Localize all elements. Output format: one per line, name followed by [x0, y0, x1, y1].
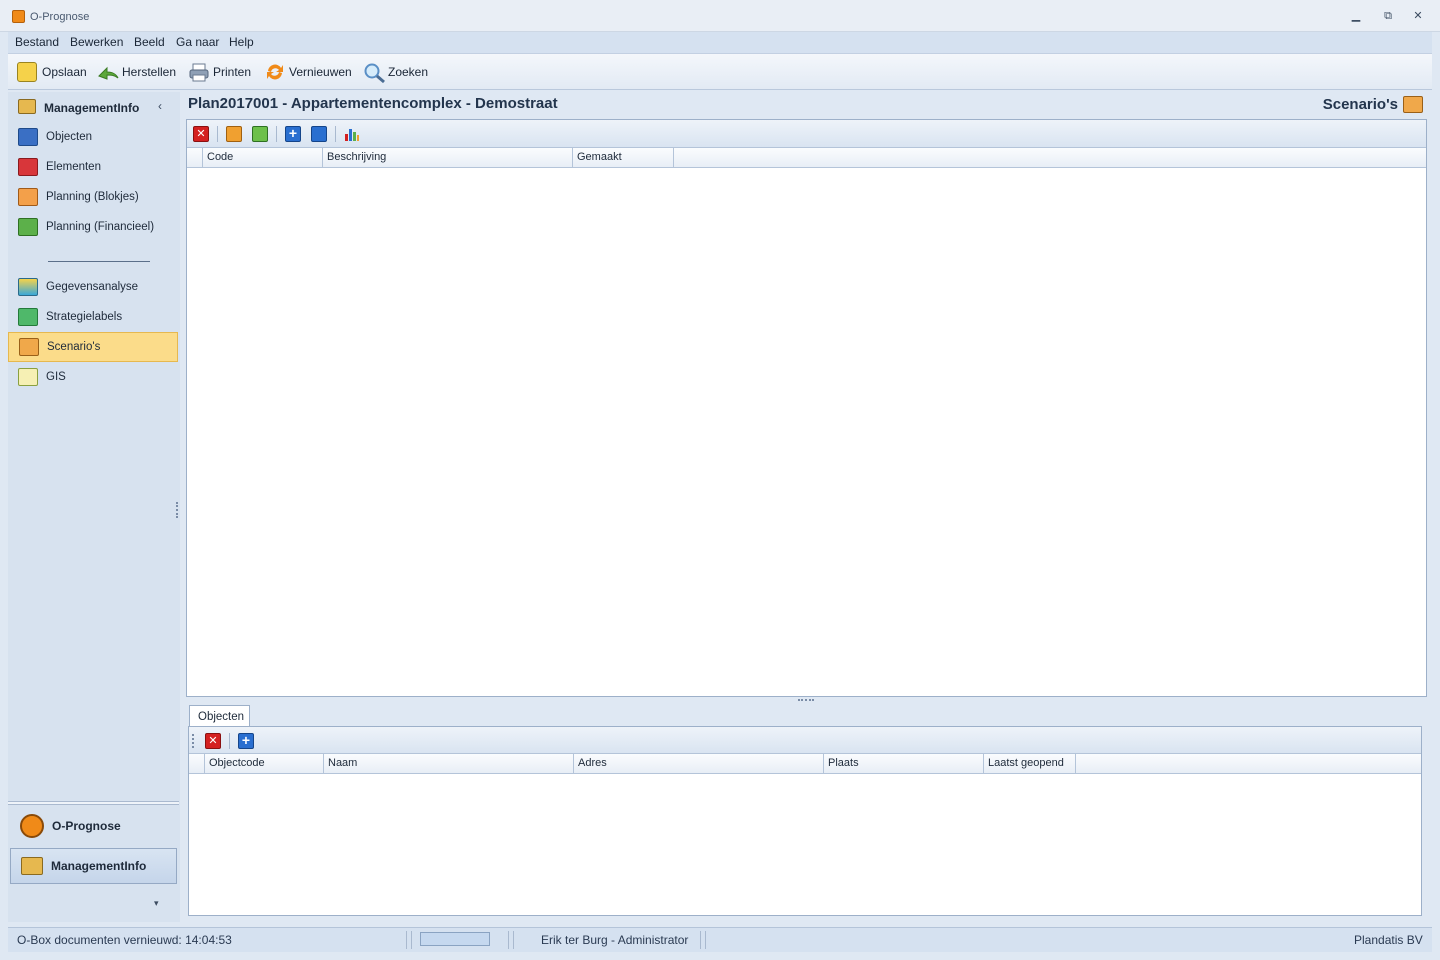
column-header-gemaakt[interactable]: Gemaakt — [573, 148, 674, 168]
column-header-laatst-geopend[interactable]: Laatst geopend — [984, 754, 1076, 774]
menu-beeld[interactable]: Beeld — [134, 35, 165, 49]
save-icon — [17, 62, 37, 82]
detail-tabs: Objecten — [186, 703, 1426, 728]
strategy-labels-icon — [18, 308, 38, 326]
edit-list-icon[interactable] — [226, 126, 242, 142]
nav-button-managementinfo[interactable]: ManagementInfo — [10, 848, 177, 884]
status-divider — [508, 931, 514, 949]
printer-icon — [188, 62, 209, 82]
sidebar-item-objecten[interactable]: Objecten — [8, 122, 178, 152]
nav-header: ManagementInfo ‹ — [8, 92, 180, 122]
objects-grid-toolbar: ✕ + — [189, 727, 1421, 754]
horizontal-splitter[interactable] — [798, 699, 814, 702]
minimize-button[interactable]: ▁ — [1348, 8, 1364, 24]
column-header-beschrijving[interactable]: Beschrijving — [323, 148, 573, 168]
managementinfo-folder-icon — [18, 99, 36, 114]
sidebar-item-scenarios[interactable]: Scenario's — [8, 332, 178, 362]
scenario-grid-header: Code Beschrijving Gemaakt — [187, 148, 1426, 168]
objects-grid-panel: ✕ + Objectcode Naam Adres Plaats Laatst … — [188, 726, 1422, 916]
delete-icon[interactable]: ✕ — [193, 126, 209, 142]
search-button[interactable]: Zoeken — [363, 60, 428, 84]
collapse-chevron-icon[interactable]: ‹ — [158, 99, 162, 113]
menu-bewerken[interactable]: Bewerken — [70, 35, 123, 49]
objects-icon — [18, 128, 38, 146]
search-icon — [363, 62, 385, 84]
undo-icon — [97, 62, 119, 82]
refresh-button[interactable]: Vernieuwen — [264, 60, 352, 84]
nav-separator — [48, 261, 150, 262]
toolbar-separator — [229, 733, 230, 749]
toolbar-separator — [276, 126, 277, 142]
menu-ga-naar[interactable]: Ga naar — [176, 35, 219, 49]
column-header-naam[interactable]: Naam — [324, 754, 574, 774]
sidebar-item-planning-blokjes[interactable]: Planning (Blokjes) — [8, 182, 178, 212]
add-object-icon[interactable]: + — [238, 733, 254, 749]
objects-grid-header: Objectcode Naam Adres Plaats Laatst geop… — [189, 754, 1421, 774]
section-title: Scenario's — [1322, 96, 1398, 113]
status-bar: O-Box documenten vernieuwd: 14:04:53 Eri… — [8, 927, 1432, 952]
o-prognose-icon — [20, 814, 44, 838]
restore-changes-button[interactable]: Herstellen — [97, 60, 176, 84]
column-header-adres[interactable]: Adres — [574, 754, 824, 774]
status-company: Plandatis BV — [1354, 933, 1423, 947]
menu-help[interactable]: Help — [229, 35, 254, 49]
title-bar: O-Prognose ▁ ⧉ ✕ — [0, 0, 1440, 32]
toolbar-separator — [217, 126, 218, 142]
refresh-icon — [264, 62, 284, 82]
pane-resize-grip[interactable] — [176, 502, 179, 518]
sidebar-item-planning-financieel[interactable]: Planning (Financieel) — [8, 212, 178, 242]
nav-pane-splitter[interactable] — [8, 801, 179, 805]
status-progress-bar — [420, 932, 490, 946]
scenario-grid-toolbar: ✕ + — [187, 120, 1426, 148]
copy-icon[interactable] — [311, 126, 327, 142]
menu-bestand[interactable]: Bestand — [15, 35, 59, 49]
planning-financial-icon — [18, 218, 38, 236]
close-button[interactable]: ✕ — [1410, 8, 1426, 24]
add-icon[interactable]: + — [285, 126, 301, 142]
status-divider — [406, 931, 412, 949]
configure-buttons-chevron-icon[interactable]: ▾ — [154, 898, 159, 909]
chart-icon[interactable] — [344, 126, 360, 142]
tab-objecten[interactable]: Objecten — [189, 705, 250, 728]
menu-bar: Bestand Bewerken Beeld Ga naar Help — [8, 32, 1432, 54]
nav-header-title: ManagementInfo — [44, 101, 140, 115]
status-divider — [700, 931, 706, 949]
column-header-plaats[interactable]: Plaats — [824, 754, 984, 774]
print-button[interactable]: Printen — [188, 60, 251, 84]
nav-button-o-prognose[interactable]: O-Prognose — [10, 808, 177, 844]
save-button[interactable]: Opslaan — [17, 60, 87, 84]
planning-blocks-icon — [18, 188, 38, 206]
scenarios-folder-icon — [1403, 96, 1423, 113]
scenario-grid-panel: ✕ + Code Beschrijving Gemaakt — [186, 119, 1427, 697]
elements-icon — [18, 158, 38, 176]
sidebar-item-gis[interactable]: GIS — [8, 362, 178, 392]
managementinfo-icon — [21, 857, 43, 875]
gis-icon — [18, 368, 38, 386]
open-window-icon[interactable] — [252, 126, 268, 142]
sidebar-item-strategielabels[interactable]: Strategielabels — [8, 302, 178, 332]
toolbar-grip — [192, 734, 194, 748]
status-user: Erik ter Burg - Administrator — [541, 933, 689, 947]
delete-object-icon[interactable]: ✕ — [205, 733, 221, 749]
status-refresh-time: O-Box documenten vernieuwd: 14:04:53 — [17, 933, 232, 947]
app-logo-icon — [12, 10, 25, 23]
page-title: Plan2017001 - Appartementencomplex - Dem… — [188, 95, 558, 112]
row-indicator-header — [187, 148, 203, 168]
scenarios-icon — [19, 338, 39, 356]
row-indicator-header — [189, 754, 205, 774]
column-header-objectcode[interactable]: Objectcode — [205, 754, 324, 774]
toolbar-separator — [335, 126, 336, 142]
main-toolbar: Opslaan Herstellen Printen Vernieuwen Zo… — [8, 54, 1432, 90]
data-analysis-icon — [18, 278, 38, 296]
sidebar-item-elementen[interactable]: Elementen — [8, 152, 178, 182]
column-header-code[interactable]: Code — [203, 148, 323, 168]
restore-button[interactable]: ⧉ — [1380, 8, 1396, 24]
sidebar-item-gegevensanalyse[interactable]: Gegevensanalyse — [8, 272, 178, 302]
window-title: O-Prognose — [30, 11, 90, 23]
